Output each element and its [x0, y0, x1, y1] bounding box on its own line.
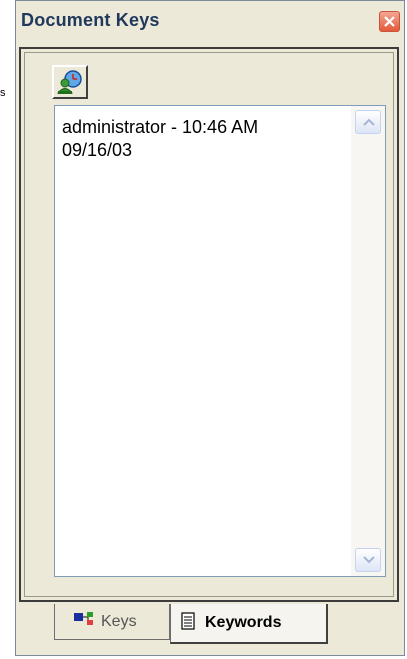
- user-clock-icon: [56, 70, 82, 94]
- tab-keys[interactable]: Keys: [54, 604, 170, 640]
- keys-icon: [73, 611, 95, 632]
- tab-keys-label: Keys: [101, 612, 137, 630]
- scroll-up-button[interactable]: [355, 110, 381, 134]
- document-lines-icon: [181, 611, 195, 635]
- chevron-up-icon: [363, 118, 375, 126]
- scroll-down-button[interactable]: [355, 548, 381, 572]
- panel-tabs: Keys Keywords: [54, 604, 354, 644]
- document-keys-panel: Document Keys administrator - 10:46 AM 0…: [15, 0, 405, 656]
- close-button[interactable]: [379, 11, 400, 32]
- panel-title-bar[interactable]: Document Keys: [16, 1, 404, 41]
- clipped-text-fragment: s: [0, 87, 6, 99]
- list-item[interactable]: administrator - 10:46 AM 09/16/03: [62, 116, 340, 162]
- close-icon: [384, 16, 395, 27]
- tab-keywords[interactable]: Keywords: [170, 604, 328, 644]
- chevron-down-icon: [363, 556, 375, 564]
- document-keys-list[interactable]: administrator - 10:46 AM 09/16/03: [54, 105, 386, 577]
- tab-keywords-label: Keywords: [205, 614, 282, 631]
- vertical-scrollbar[interactable]: [351, 106, 385, 576]
- panel-title: Document Keys: [21, 10, 160, 30]
- user-timestamp-button[interactable]: [52, 65, 88, 99]
